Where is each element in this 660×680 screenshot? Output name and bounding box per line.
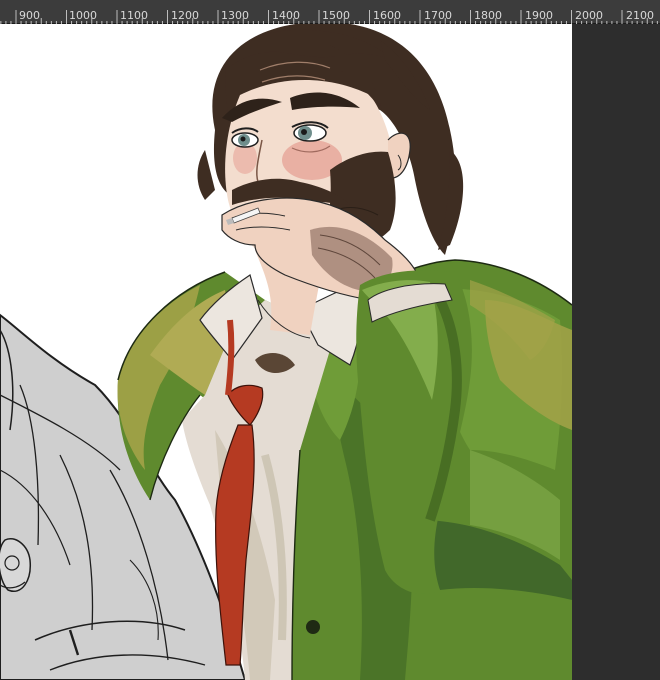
ruler-label-900: 900 (19, 9, 40, 22)
ruler-label-1300: 1300 (221, 9, 249, 22)
ruler-label-1500: 1500 (322, 9, 350, 22)
ruler-label-1100: 1100 (120, 9, 148, 22)
ruler-label-2000: 2000 (575, 9, 603, 22)
ruler-label-1900: 1900 (525, 9, 553, 22)
ruler-label-1800: 1800 (474, 9, 502, 22)
ruler-label-1700: 1700 (424, 9, 452, 22)
pasteboard-area (572, 24, 660, 680)
ruler-label-1600: 1600 (373, 9, 401, 22)
ruler-label-1200: 1200 (171, 9, 199, 22)
document-canvas[interactable] (0, 24, 572, 680)
horizontal-ruler[interactable]: 900 1000 1100 1200 1300 1400 1500 1600 1… (0, 0, 660, 24)
ruler-label-2100: 2100 (626, 9, 654, 22)
ruler-label-1000: 1000 (69, 9, 97, 22)
ruler-label-1400: 1400 (272, 9, 300, 22)
artwork-illustration (0, 24, 572, 680)
